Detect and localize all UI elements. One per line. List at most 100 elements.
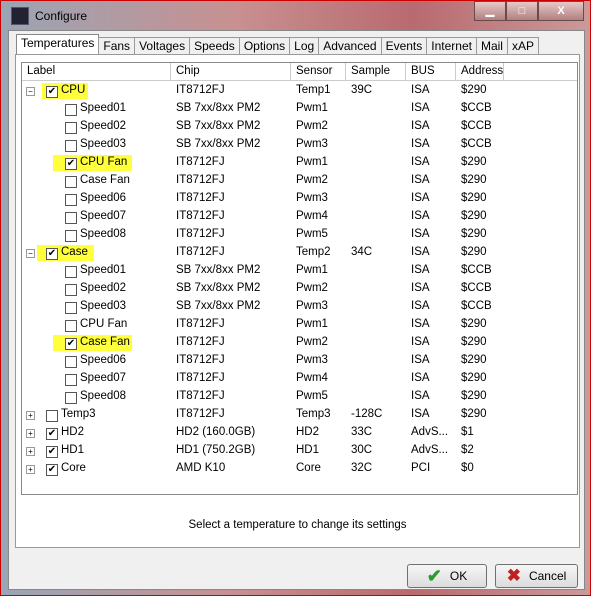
enable-checkbox[interactable]: [65, 266, 77, 278]
table-row[interactable]: Speed02 SB 7xx/8xx PM2 Pwm2 ISA $CCB: [22, 118, 577, 136]
enable-checkbox[interactable]: [65, 212, 77, 224]
enable-checkbox[interactable]: ✔: [46, 446, 58, 458]
column-header-bus[interactable]: BUS: [406, 63, 456, 80]
table-row[interactable]: − ✔ CPU IT8712FJ Temp1 39C ISA $290: [22, 82, 577, 100]
tab-xap[interactable]: xAP: [506, 37, 539, 55]
enable-checkbox[interactable]: ✔: [46, 428, 58, 440]
tab-voltages[interactable]: Voltages: [134, 37, 191, 55]
enable-checkbox[interactable]: [65, 194, 77, 206]
enable-checkbox[interactable]: [65, 302, 77, 314]
expand-icon[interactable]: +: [26, 465, 35, 474]
enable-checkbox[interactable]: [65, 320, 77, 332]
row-label: HD1: [61, 444, 85, 456]
table-row[interactable]: + Temp3 IT8712FJ Temp3 -128C ISA $290: [22, 406, 577, 424]
table-row[interactable]: + ✔ Core AMD K10 Core 32C PCI $0: [22, 460, 577, 478]
tab-mail[interactable]: Mail: [475, 37, 508, 55]
table-row[interactable]: ✔ CPU Fan IT8712FJ Pwm1 ISA $290: [22, 154, 577, 172]
enable-checkbox[interactable]: ✔: [46, 86, 58, 98]
title-bar: Configure: [11, 6, 87, 26]
enable-checkbox[interactable]: [65, 356, 77, 368]
enable-checkbox[interactable]: ✔: [46, 464, 58, 476]
cell-address: $290: [461, 192, 487, 204]
cell-bus: ISA: [411, 102, 430, 114]
table-row[interactable]: Speed07 IT8712FJ Pwm4 ISA $290: [22, 208, 577, 226]
close-button[interactable]: X: [538, 1, 584, 21]
table-row[interactable]: + ✔ HD2 HD2 (160.0GB) HD2 33C AdvS... $1: [22, 424, 577, 442]
column-header-address[interactable]: Address: [456, 63, 504, 80]
table-row[interactable]: + ✔ HD1 HD1 (750.2GB) HD1 30C AdvS... $2: [22, 442, 577, 460]
x-icon: ✖: [506, 566, 521, 585]
cell-bus: ISA: [411, 408, 430, 420]
tab-speeds[interactable]: Speeds: [189, 37, 240, 55]
table-row[interactable]: CPU Fan IT8712FJ Pwm1 ISA $290: [22, 316, 577, 334]
enable-checkbox[interactable]: [65, 392, 77, 404]
tab-advanced[interactable]: Advanced: [318, 37, 382, 55]
cell-address: $CCB: [461, 282, 492, 294]
enable-checkbox[interactable]: ✔: [46, 248, 58, 260]
collapse-icon[interactable]: −: [26, 87, 35, 96]
cell-chip: SB 7xx/8xx PM2: [176, 120, 261, 132]
table-row[interactable]: Speed02 SB 7xx/8xx PM2 Pwm2 ISA $CCB: [22, 280, 577, 298]
minimize-button[interactable]: ▁: [474, 1, 506, 21]
enable-checkbox[interactable]: [65, 104, 77, 116]
table-row[interactable]: Speed06 IT8712FJ Pwm3 ISA $290: [22, 190, 577, 208]
cell-address: $290: [461, 318, 487, 330]
enable-checkbox[interactable]: [46, 410, 58, 422]
cell-sensor: Pwm1: [296, 156, 328, 168]
sensor-tree-list[interactable]: Label Chip Sensor Sample BUS Address − ✔ CPU IT8…: [21, 62, 578, 495]
cell-bus: ISA: [411, 84, 430, 96]
row-label: CPU Fan: [80, 318, 128, 330]
table-row[interactable]: ✔ Case Fan IT8712FJ Pwm2 ISA $290: [22, 334, 577, 352]
tab-options[interactable]: Options: [238, 37, 291, 55]
table-row[interactable]: Speed07 IT8712FJ Pwm4 ISA $290: [22, 370, 577, 388]
table-row[interactable]: − ✔ Case IT8712FJ Temp2 34C ISA $290: [22, 244, 577, 262]
expand-icon[interactable]: +: [26, 411, 35, 420]
row-label: Speed01: [80, 264, 127, 276]
table-row[interactable]: Speed03 SB 7xx/8xx PM2 Pwm3 ISA $CCB: [22, 298, 577, 316]
cell-bus: ISA: [411, 390, 430, 402]
column-header-chip[interactable]: Chip: [171, 63, 291, 80]
cell-chip: IT8712FJ: [176, 174, 225, 186]
cell-address: $290: [461, 174, 487, 186]
cell-address: $290: [461, 336, 487, 348]
table-row[interactable]: Speed03 SB 7xx/8xx PM2 Pwm3 ISA $CCB: [22, 136, 577, 154]
ok-button[interactable]: ✔ OK: [407, 564, 487, 588]
cell-chip: IT8712FJ: [176, 156, 225, 168]
cell-address: $290: [461, 228, 487, 240]
enable-checkbox[interactable]: [65, 284, 77, 296]
tab-internet[interactable]: Internet: [426, 37, 477, 55]
cell-chip: SB 7xx/8xx PM2: [176, 300, 261, 312]
column-header-sample[interactable]: Sample: [346, 63, 406, 80]
tab-events[interactable]: Events: [380, 37, 428, 55]
cell-sensor: Pwm3: [296, 300, 328, 312]
column-header-sensor[interactable]: Sensor: [291, 63, 346, 80]
table-row[interactable]: Speed06 IT8712FJ Pwm3 ISA $290: [22, 352, 577, 370]
enable-checkbox[interactable]: [65, 176, 77, 188]
cell-chip: SB 7xx/8xx PM2: [176, 138, 261, 150]
enable-checkbox[interactable]: ✔: [65, 158, 77, 170]
enable-checkbox[interactable]: ✔: [65, 338, 77, 350]
table-row[interactable]: Speed08 IT8712FJ Pwm5 ISA $290: [22, 226, 577, 244]
cancel-button[interactable]: ✖ Cancel: [495, 564, 578, 588]
tab-log[interactable]: Log: [289, 37, 320, 55]
enable-checkbox[interactable]: [65, 140, 77, 152]
collapse-icon[interactable]: −: [26, 249, 35, 258]
enable-checkbox[interactable]: [65, 374, 77, 386]
cell-sensor: Pwm5: [296, 228, 328, 240]
table-row[interactable]: Speed01 SB 7xx/8xx PM2 Pwm1 ISA $CCB: [22, 262, 577, 280]
enable-checkbox[interactable]: [65, 230, 77, 242]
table-row[interactable]: Speed08 IT8712FJ Pwm5 ISA $290: [22, 388, 577, 406]
enable-checkbox[interactable]: [65, 122, 77, 134]
tab-fans[interactable]: Fans: [98, 37, 136, 55]
cell-sensor: Pwm5: [296, 390, 328, 402]
maximize-button[interactable]: □: [506, 1, 538, 21]
cell-bus: ISA: [411, 354, 430, 366]
expand-icon[interactable]: +: [26, 429, 35, 438]
tab-temperatures[interactable]: Temperatures: [16, 34, 100, 55]
expand-icon[interactable]: +: [26, 447, 35, 456]
column-header-label[interactable]: Label: [22, 63, 171, 80]
table-row[interactable]: Speed01 SB 7xx/8xx PM2 Pwm1 ISA $CCB: [22, 100, 577, 118]
cell-sample: 39C: [351, 84, 373, 96]
table-row[interactable]: Case Fan IT8712FJ Pwm2 ISA $290: [22, 172, 577, 190]
cell-sensor: Pwm3: [296, 138, 328, 150]
